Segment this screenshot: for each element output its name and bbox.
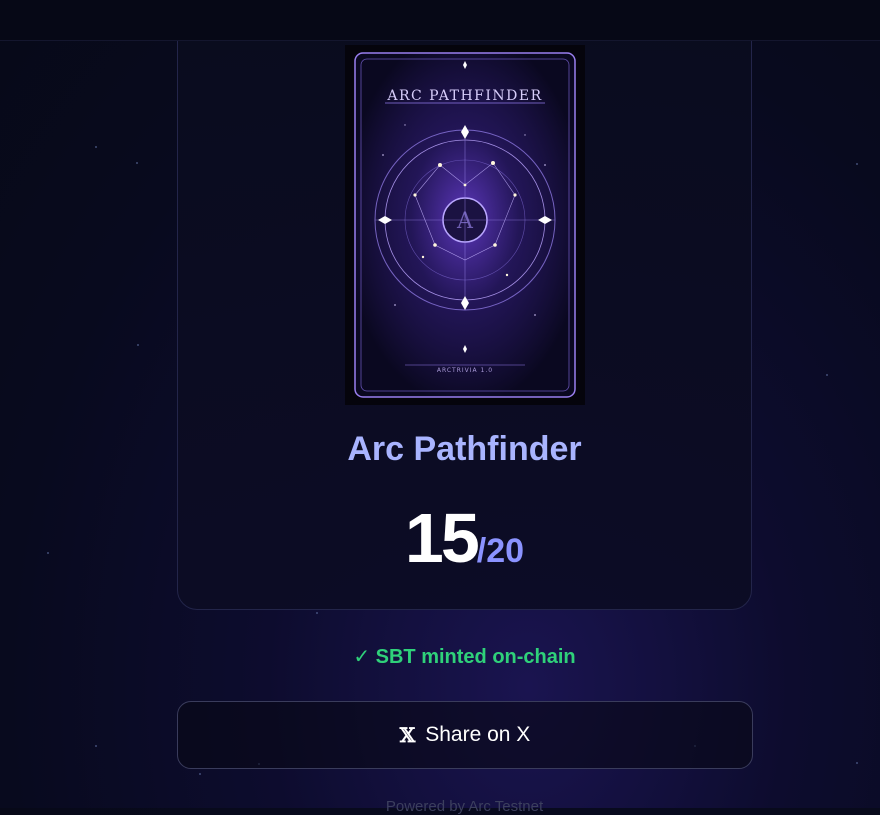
background-star [199,773,201,775]
background-star [47,552,49,554]
x-logo-icon: 𝕏 [399,723,416,747]
nft-title-text: ARC PATHFINDER [387,88,543,104]
top-nav-bar [0,0,880,41]
mint-status: ✓ SBT minted on-chain [353,646,576,668]
background-star [137,344,139,346]
nft-card-image: A ARC PATHFINDER ARCTRIVIA 1.0 [345,45,585,405]
background-star [316,612,318,614]
background-star [95,745,97,747]
background-star [826,374,828,376]
badge-name: Arc Pathfinder [347,430,582,468]
score-total: /20 [476,532,525,570]
background-star [856,163,858,165]
score-value: 15 [404,499,480,577]
background-star [136,162,138,164]
background-star [856,762,858,764]
share-on-x-button[interactable]: 𝕏 Share on X [177,701,753,769]
nft-footer-text: ARCTRIVIA 1.0 [436,367,494,374]
powered-by-text: Powered by Arc Testnet [385,798,544,815]
score-display: 15/20 [177,498,752,578]
share-button-label: Share on X [425,723,531,746]
background-star [95,146,97,148]
